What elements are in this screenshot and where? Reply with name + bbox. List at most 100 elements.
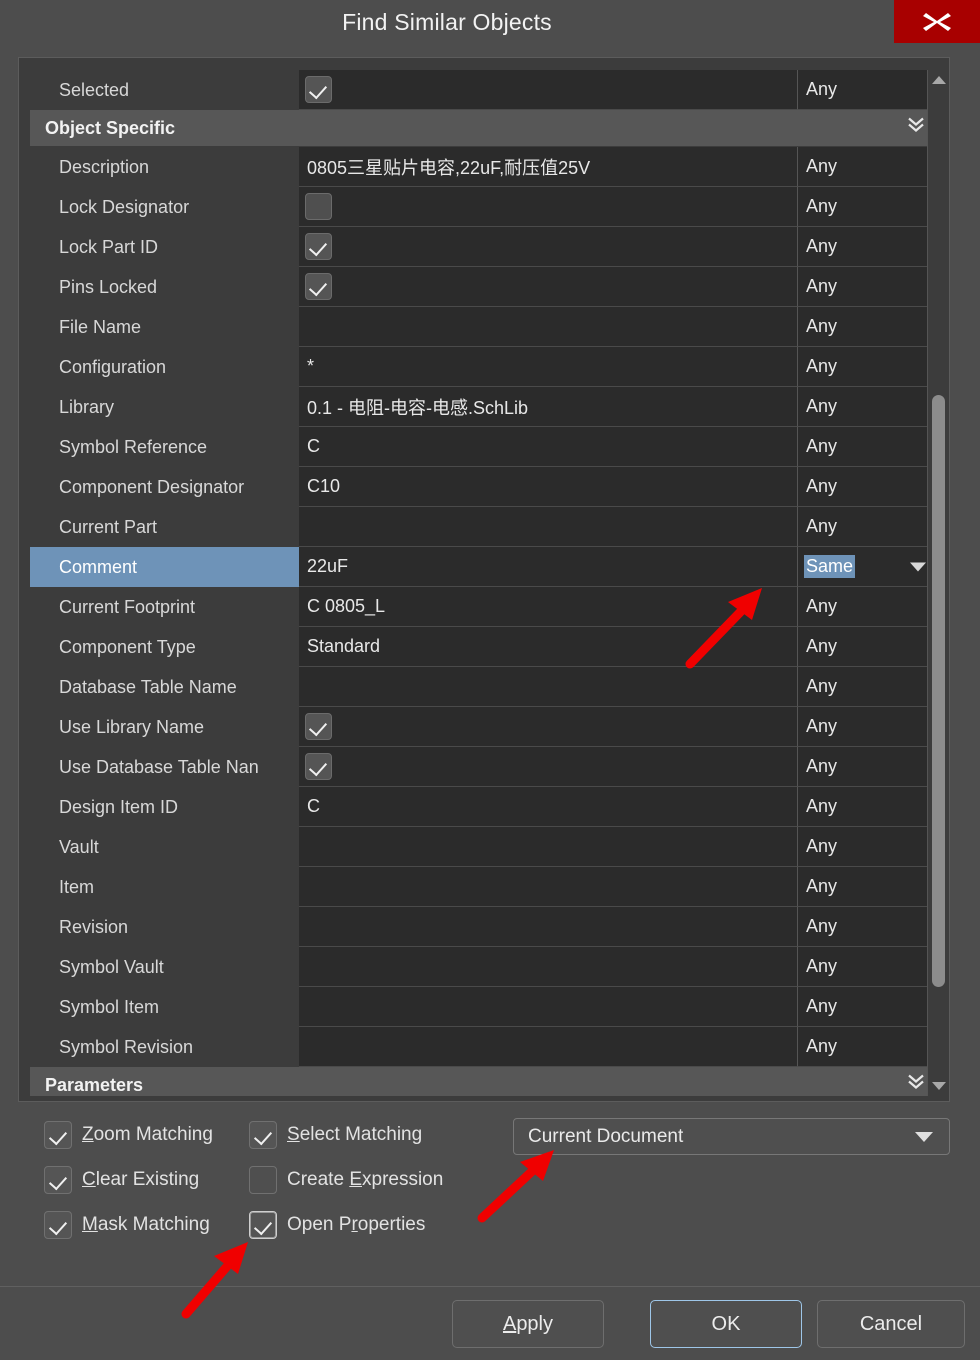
grid-row-name[interactable]: Selected (30, 70, 299, 110)
grid-row-name[interactable]: Symbol Revision (30, 1027, 299, 1067)
grid-row-checkbox[interactable] (305, 76, 332, 103)
grid-row-condition[interactable]: Any (798, 947, 940, 987)
checkbox-create-expression-box[interactable] (249, 1166, 277, 1194)
checkbox-select-matching[interactable]: Select Matching (249, 1121, 422, 1149)
grid-row-value[interactable] (299, 187, 798, 227)
grid-row-condition[interactable]: Same (798, 547, 940, 587)
grid-row-value[interactable] (299, 307, 798, 347)
checkbox-clear-existing[interactable]: Clear Existing (44, 1166, 199, 1194)
grid-row-checkbox[interactable] (305, 273, 332, 300)
grid-row-checkbox[interactable] (305, 713, 332, 740)
grid-row-name[interactable]: Use Library Name (30, 707, 299, 747)
grid-row-condition[interactable]: Any (798, 867, 940, 907)
checkbox-select-matching-box[interactable] (249, 1121, 277, 1149)
grid-row-name[interactable]: Design Item ID (30, 787, 299, 827)
checkbox-clear-existing-box[interactable] (44, 1166, 72, 1194)
grid-row-condition[interactable]: Any (798, 267, 940, 307)
grid-row-name[interactable]: Current Part (30, 507, 299, 547)
grid-row-condition[interactable]: Any (798, 587, 940, 627)
grid-row-condition[interactable]: Any (798, 907, 940, 947)
grid-row-name[interactable]: Component Type (30, 627, 299, 667)
grid-row-checkbox[interactable] (305, 753, 332, 780)
grid-row-condition[interactable]: Any (798, 747, 940, 787)
grid-row-value[interactable] (299, 947, 798, 987)
grid-row-value[interactable] (299, 987, 798, 1027)
grid-row[interactable]: Pins Locked Any (30, 267, 940, 307)
checkbox-mask-matching[interactable]: Mask Matching (44, 1211, 210, 1239)
grid-row-checkbox[interactable] (305, 233, 332, 260)
grid-group-header[interactable]: Parameters (30, 1067, 940, 1096)
grid-row-name[interactable]: Comment (30, 547, 299, 587)
grid-row[interactable]: Library 0.1 - 电阻-电容-电感.SchLib Any (30, 387, 940, 427)
grid-row-condition[interactable]: Any (798, 1027, 940, 1067)
checkbox-create-expression[interactable]: Create Expression (249, 1166, 443, 1194)
grid-row-condition[interactable]: Any (798, 347, 940, 387)
grid-row-name[interactable]: Lock Designator (30, 187, 299, 227)
grid-row-name[interactable]: Symbol Reference (30, 427, 299, 467)
grid-row-condition[interactable]: Any (798, 667, 940, 707)
grid-row-value[interactable]: 22uF (299, 547, 798, 587)
grid-row-condition[interactable]: Any (798, 507, 940, 547)
ok-button[interactable]: OK (650, 1300, 802, 1348)
grid-row-condition[interactable]: Any (798, 387, 940, 427)
grid-row-value[interactable] (299, 907, 798, 947)
scrollbar-thumb[interactable] (932, 395, 945, 987)
grid-row-name[interactable]: Database Table Name (30, 667, 299, 707)
grid-group-header[interactable]: Object Specific (30, 110, 940, 147)
grid-row[interactable]: Symbol Revision Any (30, 1027, 940, 1067)
grid-row[interactable]: Configuration * Any (30, 347, 940, 387)
grid-row[interactable]: Symbol Reference C Any (30, 427, 940, 467)
grid-row-condition[interactable]: Any (798, 307, 940, 347)
grid-row-value[interactable]: C10 (299, 467, 798, 507)
grid-row-condition[interactable]: Any (798, 707, 940, 747)
grid-row-condition[interactable]: Any (798, 187, 940, 227)
grid-row-condition[interactable]: Any (798, 147, 940, 187)
grid-row-value[interactable]: C (299, 427, 798, 467)
grid-row[interactable]: Revision Any (30, 907, 940, 947)
grid-row[interactable]: Selected Any (30, 70, 940, 110)
checkbox-zoom-matching[interactable]: Zoom Matching (44, 1121, 213, 1149)
grid-row[interactable]: Component Designator C10 Any (30, 467, 940, 507)
grid-row-name[interactable]: Vault (30, 827, 299, 867)
grid-row[interactable]: Symbol Item Any (30, 987, 940, 1027)
grid-row-name[interactable]: Use Database Table Nan (30, 747, 299, 787)
chevron-down-icon[interactable] (910, 562, 926, 571)
grid-row-value[interactable] (299, 507, 798, 547)
grid-row-name[interactable]: Symbol Item (30, 987, 299, 1027)
cancel-button[interactable]: Cancel (817, 1300, 965, 1348)
grid-row-value[interactable] (299, 707, 798, 747)
grid-row-value[interactable] (299, 867, 798, 907)
grid-row[interactable]: Lock Part ID Any (30, 227, 940, 267)
grid-row-value[interactable] (299, 227, 798, 267)
grid-row-checkbox[interactable] (305, 193, 332, 220)
grid-row[interactable]: Current Part Any (30, 507, 940, 547)
scope-dropdown[interactable]: Current Document (513, 1118, 950, 1155)
grid-row[interactable]: Use Library Name Any (30, 707, 940, 747)
grid-row-name[interactable]: Description (30, 147, 299, 187)
apply-button[interactable]: Apply (452, 1300, 604, 1348)
scroll-up-button[interactable] (928, 70, 949, 90)
grid-row-value[interactable] (299, 267, 798, 307)
grid-row-value[interactable]: 0805三星贴片电容,22uF,耐压值25V (299, 147, 798, 187)
grid-row-name[interactable]: Library (30, 387, 299, 427)
grid-row-name[interactable]: Item (30, 867, 299, 907)
grid-row-value[interactable]: C 0805_L (299, 587, 798, 627)
grid-row-value[interactable] (299, 667, 798, 707)
scroll-down-button[interactable] (928, 1076, 949, 1096)
checkbox-zoom-matching-box[interactable] (44, 1121, 72, 1149)
grid-row-condition[interactable]: Any (798, 467, 940, 507)
grid-row[interactable]: Symbol Vault Any (30, 947, 940, 987)
checkbox-mask-matching-box[interactable] (44, 1211, 72, 1239)
grid-row[interactable]: Vault Any (30, 827, 940, 867)
grid-row-condition[interactable]: Any (798, 627, 940, 667)
grid-row-value[interactable]: Standard (299, 627, 798, 667)
grid-row[interactable]: Design Item ID C Any (30, 787, 940, 827)
grid-row-name[interactable]: Configuration (30, 347, 299, 387)
grid-row-value[interactable] (299, 827, 798, 867)
grid-row-condition[interactable]: Any (798, 70, 940, 110)
grid-row-name[interactable]: Revision (30, 907, 299, 947)
grid-row-value[interactable] (299, 70, 798, 110)
grid-row[interactable]: Current Footprint C 0805_L Any (30, 587, 940, 627)
grid-row[interactable]: Use Database Table Nan Any (30, 747, 940, 787)
grid-row-value[interactable]: 0.1 - 电阻-电容-电感.SchLib (299, 387, 798, 427)
